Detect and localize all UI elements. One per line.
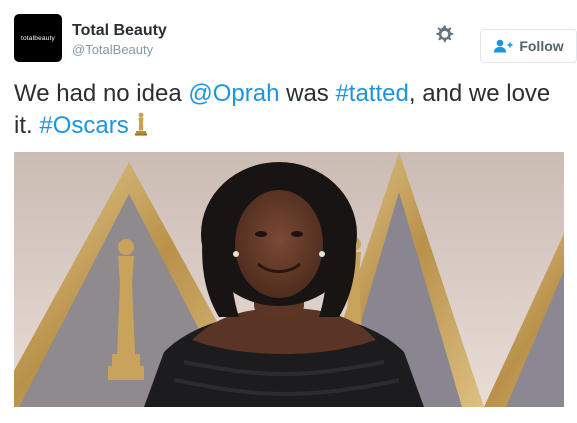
author-handle: @TotalBeauty [72, 42, 154, 57]
tweet-card: totalbeauty Total Beauty @TotalBeauty Fo… [0, 0, 577, 423]
oscar-statue-icon [134, 112, 147, 136]
tweet-photo[interactable] [14, 152, 564, 407]
follow-button-label: Follow [519, 38, 564, 54]
tweet-text-part: We had no idea [14, 80, 189, 107]
hashtag-link[interactable]: #tatted [335, 80, 408, 107]
avatar-logo-text: totalbeauty [20, 34, 55, 42]
tweet-text-part: was [279, 80, 336, 107]
hashtag-link[interactable]: #Oscars [39, 112, 128, 139]
gear-icon[interactable] [432, 23, 456, 47]
add-user-icon [494, 39, 513, 53]
follow-button[interactable]: Follow [480, 29, 577, 63]
tweet-text: We had no idea @Oprah was #tatted, and w… [14, 78, 564, 142]
photo-image [14, 152, 564, 407]
tweet-header: totalbeauty Total Beauty @TotalBeauty Fo… [14, 14, 577, 64]
author-display-name[interactable]: Total Beauty [72, 22, 167, 40]
mention-link[interactable]: @Oprah [188, 80, 279, 107]
avatar[interactable]: totalbeauty [14, 14, 62, 62]
author-names: Total Beauty @TotalBeauty [72, 22, 167, 59]
